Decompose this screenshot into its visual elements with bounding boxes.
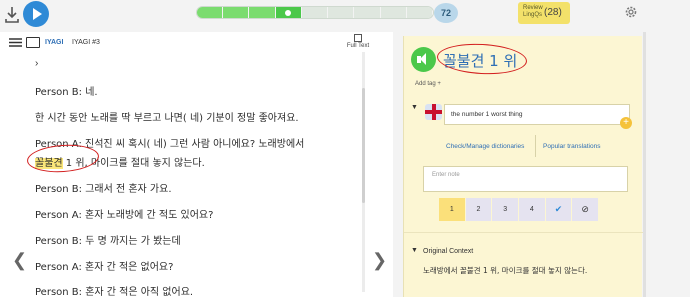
- divider: [535, 135, 536, 157]
- check-dictionaries-link[interactable]: Check/Manage dictionaries: [446, 143, 524, 150]
- text-line[interactable]: 한 시간 동안 노래를 딱 부르고 나면( 네) 기분이 정말 좋아져요.: [35, 109, 299, 124]
- text-line[interactable]: Person B: 네.: [35, 83, 98, 98]
- reader-pane: IYAGI IYAGI #3 Full Text › Person B: 네. …: [0, 32, 393, 297]
- original-context-text: 노래방에서 꼴불견 1 위, 마이크를 절대 놓지 않는다.: [423, 266, 588, 275]
- status-4-button[interactable]: 4: [519, 198, 546, 221]
- progress-segment[interactable]: [328, 7, 355, 18]
- popular-translations-link[interactable]: Popular translations: [543, 143, 600, 150]
- progress-segment-current[interactable]: [275, 7, 302, 18]
- chevron-down-icon[interactable]: ▼: [411, 104, 418, 111]
- progress-segment[interactable]: [380, 7, 407, 18]
- menu-icon[interactable]: [9, 38, 22, 47]
- meaning-field[interactable]: the number 1 worst thing: [444, 104, 630, 125]
- chevron-down-icon[interactable]: ▼: [411, 247, 418, 254]
- course-book-icon: [26, 37, 40, 48]
- text-line[interactable]: Person A: 혼자 간 적은 없어요?: [35, 258, 173, 273]
- reader-header: IYAGI IYAGI #3 Full Text: [0, 32, 393, 54]
- text-line[interactable]: Person A: 혼자 노래방에 간 적도 있어요?: [35, 206, 213, 221]
- progress-segment[interactable]: [406, 7, 433, 18]
- text-line[interactable]: Person B: 혼자 간 적은 아직 없어요.: [35, 283, 193, 297]
- review-label: Review LingQs: [523, 5, 543, 18]
- divider: [404, 232, 643, 233]
- note-field[interactable]: Enter note: [423, 166, 628, 192]
- progress-segment[interactable]: [301, 7, 329, 18]
- progress-segment[interactable]: [249, 7, 276, 18]
- download-icon[interactable]: [5, 6, 19, 24]
- top-bar: 72 Review LingQs (28): [0, 0, 690, 30]
- full-text-label: Full Text: [346, 43, 370, 49]
- status-1-button[interactable]: 1: [439, 198, 466, 221]
- ignore-icon[interactable]: ⊘: [572, 198, 600, 221]
- play-button[interactable]: [23, 1, 49, 27]
- text-line[interactable]: Person B: 두 명 까지는 가 봤는데: [35, 232, 181, 247]
- progress-segment[interactable]: [354, 7, 381, 18]
- uk-flag-icon[interactable]: [425, 104, 442, 120]
- gear-icon[interactable]: [624, 5, 638, 19]
- original-context-title[interactable]: Original Context: [423, 248, 473, 255]
- full-text-button[interactable]: Full Text: [343, 34, 373, 49]
- review-lingqs-button[interactable]: Review LingQs (28): [518, 2, 570, 24]
- course-title[interactable]: IYAGI: [45, 39, 63, 46]
- next-page-icon[interactable]: ❯: [372, 250, 387, 271]
- add-tag-link[interactable]: Add tag +: [415, 81, 441, 87]
- scrollbar-thumb[interactable]: [362, 88, 365, 203]
- lingq-panel: 꼴불견 1 위 Add tag + ▼ the number 1 worst t…: [403, 36, 643, 297]
- progress-segment[interactable]: [197, 7, 224, 18]
- status-3-button[interactable]: 3: [492, 198, 520, 221]
- lesson-title: IYAGI #3: [72, 39, 100, 46]
- full-text-icon: [354, 34, 362, 42]
- page-count-badge: 72: [434, 3, 458, 23]
- review-count: (28): [544, 7, 562, 18]
- annotation-circle: [436, 41, 528, 77]
- status-2-button[interactable]: 2: [465, 198, 493, 221]
- status-selector: 1 2 3 4 ✔ ⊘: [439, 198, 600, 221]
- progress-segment[interactable]: [223, 7, 250, 18]
- add-meaning-button[interactable]: +: [620, 117, 632, 129]
- previous-page-icon[interactable]: ❮: [12, 250, 27, 271]
- lesson-progress-bar[interactable]: [196, 6, 434, 19]
- speaker-icon[interactable]: [411, 47, 436, 72]
- chevron-right-icon[interactable]: ›: [35, 58, 38, 69]
- known-check-icon[interactable]: ✔: [545, 198, 573, 221]
- window-edge: [643, 32, 646, 297]
- text-line[interactable]: Person B: 그래서 전 혼자 가요.: [35, 180, 172, 195]
